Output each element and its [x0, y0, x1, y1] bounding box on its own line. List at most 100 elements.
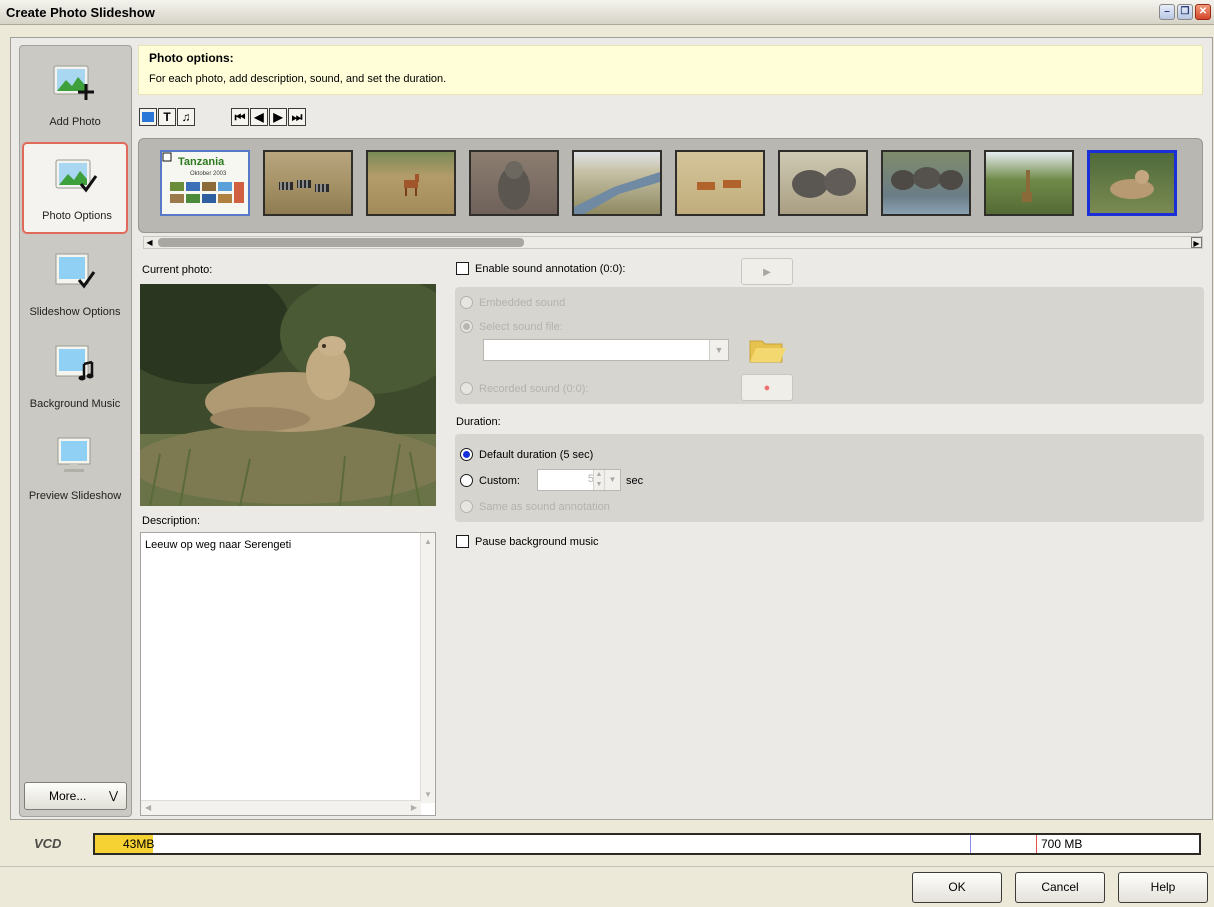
thumbnail-impalas[interactable] [675, 150, 765, 216]
capacity-total: 700 MB [1041, 837, 1083, 851]
sound-file-combobox[interactable]: ▼ [483, 339, 729, 361]
description-textarea[interactable]: Leeuw op weg naar Serengeti ▲ ▼ ◀ ▶ [140, 532, 436, 816]
double-chevron-down-icon: ⋁ [108, 790, 118, 802]
sidebar-item-label: Background Music [29, 398, 121, 410]
help-button[interactable]: Help [1118, 872, 1208, 903]
thumbnail-scrollbar[interactable]: ◀ ▶ [143, 236, 1203, 249]
description-vscroll[interactable]: ▲ ▼ [420, 533, 435, 803]
lioness-photo [140, 284, 436, 506]
title-bar: Create Photo Slideshow – ❐ ✕ [0, 0, 1214, 25]
previous-photo-button[interactable]: ◀ [250, 108, 268, 126]
background-music-icon [55, 345, 94, 381]
thumbnail-title-card[interactable]: Tanzania Oktober 2003 [160, 150, 250, 216]
scroll-right-icon[interactable]: ▶ [411, 803, 417, 812]
sidebar-item-add-photo[interactable]: Add Photo [22, 50, 128, 142]
sound-button[interactable]: ♫ [177, 108, 195, 126]
enable-sound-checkbox[interactable] [456, 262, 469, 275]
pause-music-label: Pause background music [475, 536, 599, 548]
thumbnail-zebras[interactable] [263, 150, 353, 216]
sidebar-item-slideshow-options[interactable]: Slideshow Options [22, 240, 128, 332]
custom-duration-input[interactable]: 5 ▲ ▼ ▼ [537, 469, 621, 491]
play-icon: ▶ [763, 267, 771, 278]
music-note-icon: ♫ [181, 110, 191, 124]
sidebar-item-preview-slideshow[interactable]: Preview Slideshow [22, 424, 128, 516]
add-photo-icon [53, 65, 94, 100]
text-button[interactable]: T [158, 108, 176, 126]
slideshow-options-icon [55, 253, 96, 289]
zebras-image [279, 180, 329, 192]
thumbnail-river[interactable] [572, 150, 662, 216]
scroll-left-icon[interactable]: ◀ [144, 237, 155, 248]
more-label: More... [49, 789, 87, 803]
antelope-image [404, 174, 419, 196]
impalas-image [697, 180, 741, 190]
select-sound-file-label: Select sound file: [479, 321, 563, 333]
thumbnail-elephants[interactable] [778, 150, 868, 216]
capacity-used: 43MB [123, 837, 155, 851]
media-type-label: VCD [34, 836, 62, 851]
sidebar-item-background-music[interactable]: Background Music [22, 332, 128, 424]
first-photo-button[interactable]: ⏮ [231, 108, 249, 126]
recorded-sound-radio[interactable] [460, 382, 473, 395]
custom-duration-radio[interactable] [460, 474, 473, 487]
current-photo-label: Current photo: [142, 264, 213, 276]
record-sound-button[interactable]: ● [741, 374, 793, 401]
record-icon: ● [763, 382, 771, 394]
capacity-bar: 43MB 700 MB [93, 833, 1201, 855]
restore-button[interactable]: ❐ [1177, 4, 1193, 20]
photo-view-icon [142, 112, 154, 122]
scroll-left-icon[interactable]: ◀ [145, 803, 151, 812]
embedded-sound-label: Embedded sound [479, 297, 566, 309]
more-button[interactable]: More... ⋁ [24, 782, 127, 810]
sidebar-item-label: Slideshow Options [29, 306, 121, 318]
scroll-right-icon[interactable]: ▶ [1191, 237, 1202, 248]
close-button[interactable]: ✕ [1195, 4, 1211, 20]
info-heading: Photo options: [149, 51, 234, 65]
info-banner: Photo options: For each photo, add descr… [138, 45, 1203, 95]
capacity-limit-marker [1036, 835, 1037, 853]
scroll-down-icon[interactable]: ▼ [424, 790, 432, 799]
description-label: Description: [142, 515, 201, 527]
default-duration-label: Default duration (5 sec) [479, 449, 594, 461]
thumbnail-elephants-water[interactable] [881, 150, 971, 216]
scrollbar-thumb[interactable] [158, 238, 524, 247]
spin-up-down-icon[interactable]: ▲ ▼ [593, 470, 604, 490]
scroll-up-icon[interactable]: ▲ [424, 537, 432, 546]
sidebar-item-label: Add Photo [49, 116, 101, 128]
thumbnail-baboon[interactable] [469, 150, 559, 216]
same-as-sound-label: Same as sound annotation [479, 501, 610, 513]
play-sound-button[interactable]: ▶ [741, 258, 793, 285]
river-image [574, 172, 660, 214]
photo-view-button[interactable] [139, 108, 157, 126]
next-photo-button[interactable]: ▶ [269, 108, 287, 126]
duration-unit: sec [626, 475, 644, 487]
description-hscroll[interactable]: ◀ ▶ [141, 800, 421, 815]
default-duration-radio[interactable] [460, 448, 473, 461]
preview-slideshow-icon [57, 437, 91, 472]
skip-last-icon: ⏭ [291, 110, 303, 124]
minimize-button[interactable]: – [1159, 4, 1175, 20]
same-as-sound-radio[interactable] [460, 500, 473, 513]
photo-options-icon [55, 159, 98, 193]
pause-music-checkbox[interactable] [456, 535, 469, 548]
baboon-image [498, 161, 530, 210]
title-card-subtitle: Oktober 2003 [190, 171, 227, 177]
lioness-thumb-image [1110, 170, 1154, 199]
browse-folder-icon[interactable] [748, 333, 788, 365]
cancel-button[interactable]: Cancel [1015, 872, 1105, 903]
sidebar-item-label: Photo Options [42, 210, 112, 222]
enable-sound-label: Enable sound annotation (0:0): [475, 263, 626, 275]
sidebar-item-photo-options[interactable]: Photo Options [22, 142, 128, 234]
ok-button[interactable]: OK [912, 872, 1002, 903]
chevron-down-icon[interactable]: ▼ [709, 340, 728, 360]
elephants-water-image [891, 167, 963, 190]
last-photo-button[interactable]: ⏭ [288, 108, 306, 126]
chevron-down-icon[interactable]: ▼ [604, 470, 620, 490]
current-photo [140, 284, 436, 506]
thumbnail-giraffe[interactable] [984, 150, 1074, 216]
next-icon: ▶ [273, 110, 283, 124]
thumbnail-antelope[interactable] [366, 150, 456, 216]
embedded-sound-radio[interactable] [460, 296, 473, 309]
select-sound-file-radio[interactable] [460, 320, 473, 333]
thumbnail-lioness[interactable] [1087, 150, 1177, 216]
